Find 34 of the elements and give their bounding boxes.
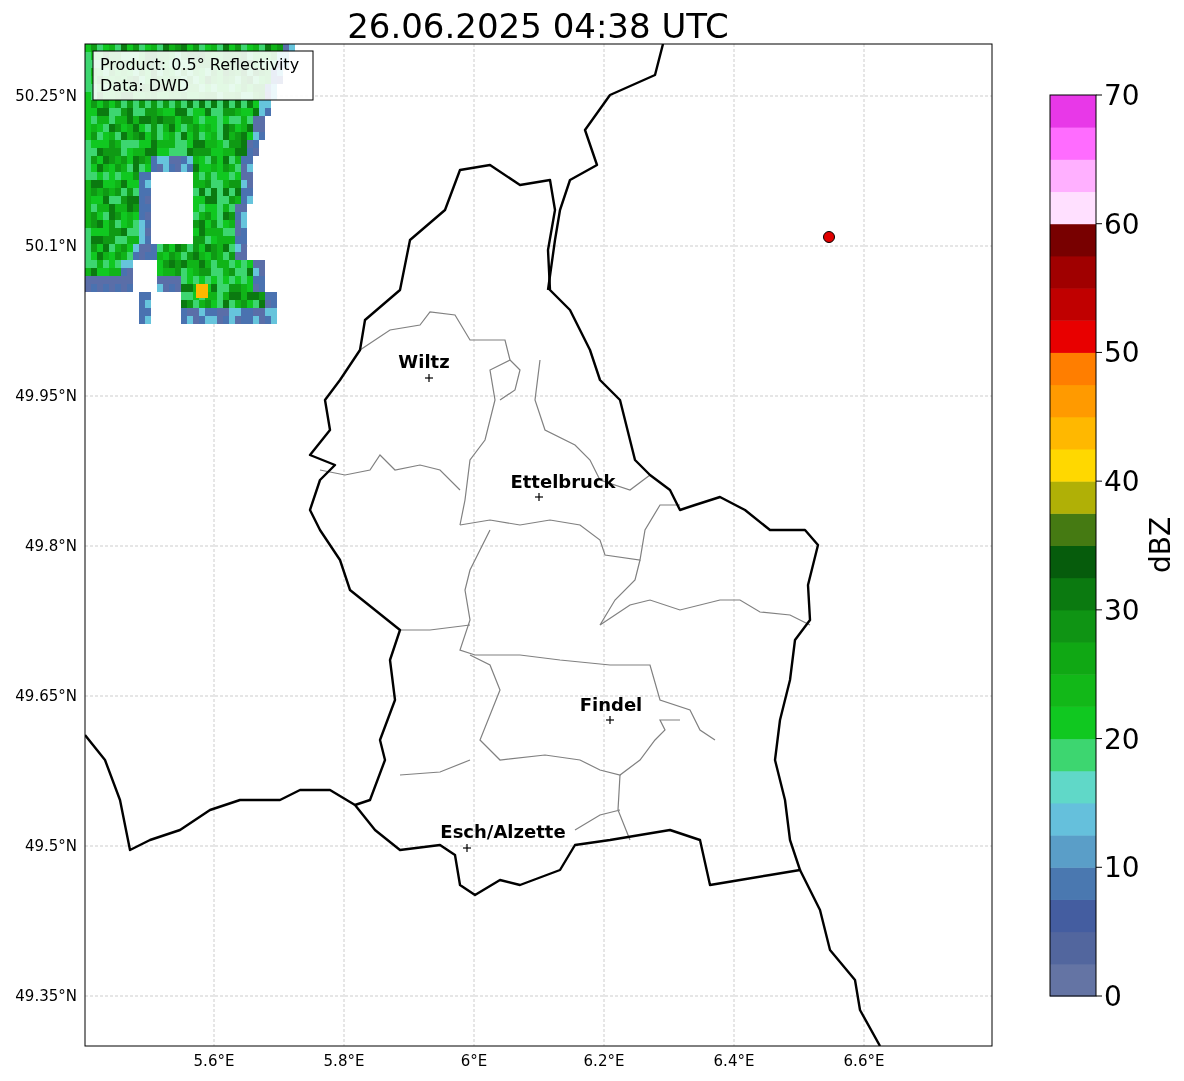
city-marker-icon: [534, 492, 544, 502]
longitude-label: 5.6°E: [193, 1052, 235, 1070]
colorbar-tick-label: 50: [1104, 336, 1140, 370]
latitude-label: 50.25°N: [15, 87, 77, 105]
longitude-label: 6.6°E: [843, 1052, 885, 1070]
latitude-label: 50.1°N: [24, 237, 77, 255]
longitude-label: 6°E: [460, 1052, 488, 1070]
colorbar-tick-label: 60: [1104, 207, 1140, 241]
info-text: Data: DWD: [100, 76, 190, 95]
city-marker-icon: [424, 373, 434, 383]
colorbar-tick-label: 20: [1104, 722, 1140, 756]
latitude-label: 49.65°N: [15, 687, 77, 705]
colorbar-tick-label: 30: [1104, 593, 1140, 627]
latitude-label: 49.35°N: [15, 987, 77, 1005]
colorbar-tick-label: 10: [1104, 851, 1140, 885]
colorbar-tick-label: 70: [1104, 79, 1140, 112]
latitude-label: 49.95°N: [15, 387, 77, 405]
radar-site-marker: [823, 231, 835, 243]
colorbar-tick-label: 0: [1104, 980, 1122, 1013]
colorbar-tick-label: 40: [1104, 465, 1140, 499]
longitude-label: 5.8°E: [323, 1052, 365, 1070]
colorbar-label: dBZ: [1144, 516, 1177, 574]
longitude-label: 6.4°E: [713, 1052, 755, 1070]
city-marker-icon: [462, 843, 472, 853]
latitude-label: 49.8°N: [24, 537, 77, 555]
chart-title: 26.06.2025 04:38 UTC: [347, 6, 729, 46]
city-label: Esch/Alzette: [440, 821, 566, 842]
city-marker-icon: [605, 715, 615, 725]
city-label: Findel: [579, 694, 643, 715]
city-label: Wiltz: [398, 351, 450, 372]
city-label: Ettelbruck: [510, 471, 616, 492]
latitude-label: 49.5°N: [24, 837, 77, 855]
info-text: Product: 0.5° Reflectivity: [100, 55, 300, 74]
longitude-label: 6.2°E: [583, 1052, 625, 1070]
